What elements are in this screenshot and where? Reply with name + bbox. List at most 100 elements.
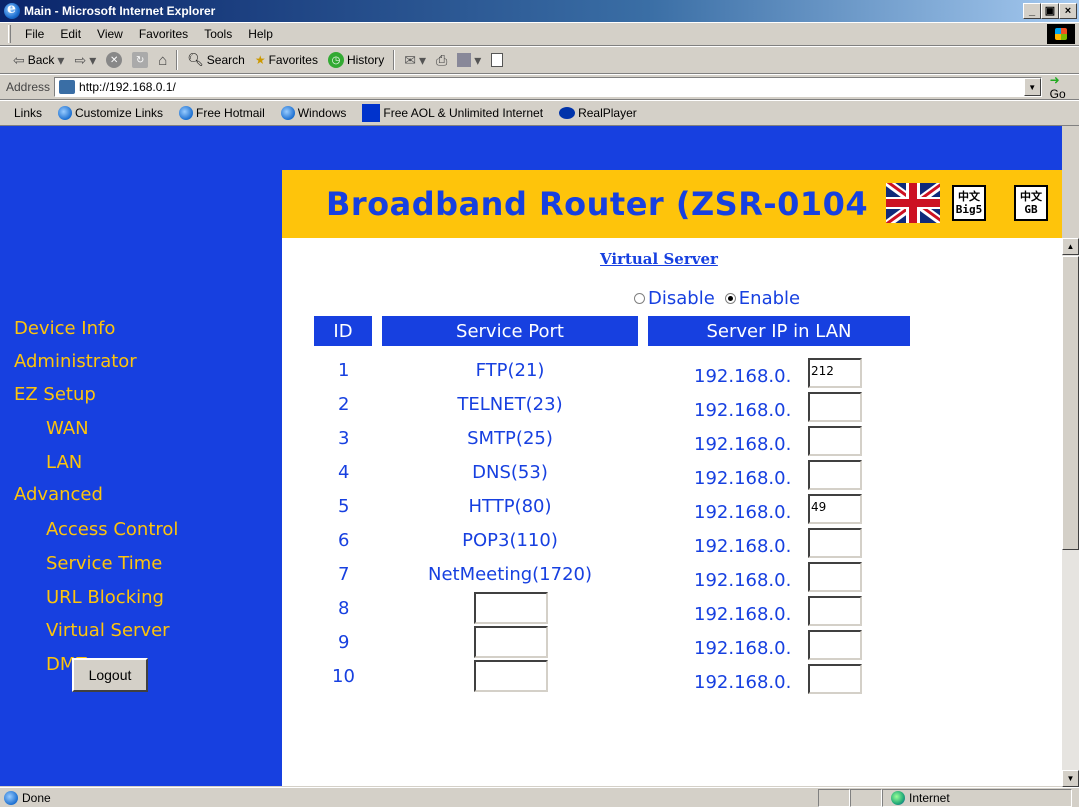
scroll-up-button[interactable]: ▲	[1062, 238, 1079, 255]
vertical-scrollbar[interactable]: ▲ ▼	[1062, 238, 1079, 807]
radio-dot[interactable]	[724, 293, 736, 304]
menu-edit[interactable]: Edit	[52, 27, 89, 41]
address-label: Address	[6, 80, 51, 94]
discuss-icon	[491, 53, 504, 67]
server-ip-input[interactable]	[808, 562, 862, 592]
row-service-port: DNS(53)	[472, 462, 548, 483]
back-button[interactable]: ⇦ Back ▾	[8, 52, 69, 69]
home-button[interactable]: ⌂	[153, 52, 172, 69]
logout-button[interactable]: Logout	[72, 658, 148, 692]
nav-wan[interactable]: WAN	[46, 418, 89, 439]
status-pane	[818, 788, 850, 807]
address-input[interactable]: http://192.168.0.1/ ▼	[54, 77, 1042, 97]
menu-help[interactable]: Help	[240, 27, 281, 41]
top-blue-strip	[0, 126, 1062, 170]
address-url[interactable]: http://192.168.0.1/	[79, 80, 1024, 94]
address-dropdown-button[interactable]: ▼	[1023, 78, 1041, 96]
nav-url-blocking[interactable]: URL Blocking	[46, 587, 164, 608]
english-flag-icon[interactable]	[886, 183, 940, 223]
maximize-button[interactable]: ▣	[1041, 3, 1059, 19]
forward-button[interactable]: ⇨ ▾	[69, 52, 101, 69]
ip-prefix: 192.168.0.	[694, 502, 792, 523]
realplayer-icon	[559, 107, 576, 119]
link-customize-links[interactable]: Customize Links	[50, 106, 171, 120]
link-free-aol[interactable]: Free AOL & Unlimited Internet	[354, 104, 551, 122]
row-id: 4	[338, 462, 350, 483]
discuss-button[interactable]	[486, 53, 508, 67]
enable-radio[interactable]: Enable	[724, 288, 800, 309]
link-label: RealPlayer	[578, 106, 637, 120]
search-icon: 🔍︎	[187, 52, 204, 67]
server-ip-input[interactable]	[808, 528, 862, 558]
home-icon: ⌂	[158, 51, 168, 69]
nav-service-time[interactable]: Service Time	[46, 553, 162, 574]
scroll-down-button[interactable]: ▼	[1062, 770, 1079, 787]
server-ip-input[interactable]	[808, 630, 862, 660]
internet-zone-icon	[891, 790, 905, 805]
menu-favorites[interactable]: Favorites	[131, 27, 196, 41]
row-id: 10	[332, 666, 355, 687]
dropdown-icon: ▾	[419, 51, 427, 68]
toolbar-separator	[393, 50, 396, 70]
row-id: 8	[338, 598, 350, 619]
server-ip-input[interactable]	[808, 596, 862, 626]
forward-arrow-icon: ⇨	[74, 51, 87, 68]
nav-lan[interactable]: LAN	[46, 452, 82, 473]
links-bar: Links Customize Links Free Hotmail Windo…	[0, 100, 1079, 126]
service-port-input[interactable]	[474, 626, 548, 658]
mail-button[interactable]: ✉ ▾	[399, 52, 431, 69]
row-service-port: HTTP(80)	[468, 496, 552, 517]
server-ip-input[interactable]	[808, 426, 862, 456]
history-button[interactable]: ◷ History	[323, 52, 389, 68]
server-ip-input[interactable]	[808, 460, 862, 490]
row-id: 1	[338, 360, 350, 381]
server-ip-input[interactable]: 49	[808, 494, 862, 524]
link-label: Free AOL & Unlimited Internet	[383, 106, 544, 120]
go-button[interactable]: ➜ Go	[1050, 73, 1079, 101]
gb-language-button[interactable]: 中文 GB	[1014, 185, 1048, 221]
radio-dot[interactable]	[634, 293, 645, 304]
history-icon: ◷	[327, 52, 344, 68]
back-arrow-icon: ⇦	[13, 51, 25, 68]
ip-prefix: 192.168.0.	[694, 434, 792, 455]
scroll-thumb[interactable]	[1062, 256, 1079, 550]
menu-file[interactable]: File	[17, 27, 52, 41]
router-banner: Broadband Router (ZSR-0104 中文 Big5 中文 GB	[282, 170, 1062, 238]
stop-button[interactable]: ✕	[101, 52, 127, 68]
nav-ez-setup[interactable]: EZ Setup	[14, 384, 96, 405]
disable-radio[interactable]: Disable	[634, 288, 715, 309]
favorites-button[interactable]: ★ Favorites	[250, 53, 323, 67]
print-button[interactable]: ⎙	[431, 52, 452, 69]
nav-device-info[interactable]: Device Info	[14, 318, 115, 339]
minimize-button[interactable]: _	[1023, 3, 1041, 19]
back-label: Back	[27, 53, 55, 67]
search-button[interactable]: 🔍︎ Search	[182, 52, 250, 68]
big5-language-button[interactable]: 中文 Big5	[952, 185, 986, 221]
server-ip-input[interactable]	[808, 392, 862, 422]
link-free-hotmail[interactable]: Free Hotmail	[171, 106, 273, 120]
nav-virtual-server[interactable]: Virtual Server	[46, 620, 170, 641]
server-ip-input[interactable]: 212	[808, 358, 862, 388]
link-realplayer[interactable]: RealPlayer	[551, 106, 645, 120]
edit-button[interactable]: ▾	[452, 52, 486, 69]
nav-access-control[interactable]: Access Control	[46, 519, 178, 540]
server-ip-input[interactable]	[808, 664, 862, 694]
service-port-input[interactable]	[474, 592, 548, 624]
security-zone-pane: Internet	[882, 788, 1072, 807]
history-label: History	[346, 53, 385, 67]
close-button[interactable]: ×	[1059, 3, 1077, 19]
ip-prefix: 192.168.0.	[694, 536, 792, 557]
menu-tools[interactable]: Tools	[196, 27, 240, 41]
big5-chinese-label: 中文	[958, 189, 980, 203]
link-windows[interactable]: Windows	[273, 106, 355, 120]
service-port-input[interactable]	[474, 660, 548, 692]
nav-administrator[interactable]: Administrator	[14, 351, 137, 372]
nav-advanced[interactable]: Advanced	[14, 484, 103, 505]
row-id: 6	[338, 530, 350, 551]
ie-page-icon	[280, 106, 295, 120]
ip-prefix: 192.168.0.	[694, 400, 792, 421]
row-service-port: POP3(110)	[462, 530, 558, 551]
refresh-button[interactable]: ↻	[127, 52, 153, 68]
menu-view[interactable]: View	[89, 27, 131, 41]
dropdown-icon: ▾	[89, 51, 97, 68]
